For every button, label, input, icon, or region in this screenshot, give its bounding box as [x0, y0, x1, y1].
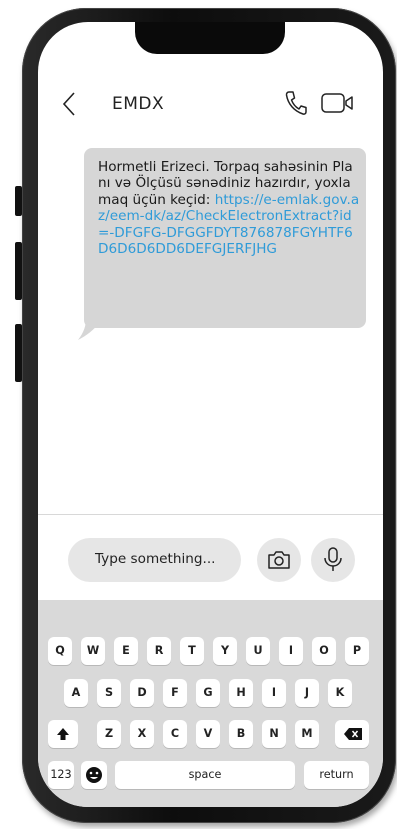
keyboard: Q W E R T Y U I O P A S D F G H I J K Z … — [38, 600, 383, 807]
camera-icon — [268, 551, 290, 569]
key-i-row2[interactable]: I — [262, 679, 286, 707]
key-t[interactable]: T — [180, 637, 204, 665]
key-r[interactable]: R — [147, 637, 171, 665]
mute-switch — [15, 186, 22, 216]
key-a[interactable]: A — [64, 679, 88, 707]
key-e[interactable]: E — [114, 637, 138, 665]
key-u[interactable]: U — [246, 637, 270, 665]
key-k[interactable]: K — [328, 679, 352, 707]
chevron-left-icon[interactable] — [60, 90, 88, 118]
chat-header: EMDX — [38, 84, 383, 124]
camera-button[interactable] — [257, 538, 301, 582]
key-n[interactable]: N — [262, 720, 286, 748]
key-s[interactable]: S — [97, 679, 121, 707]
key-j[interactable]: J — [295, 679, 319, 707]
message-input[interactable]: Type something... — [68, 538, 241, 582]
numbers-key[interactable]: 123 — [48, 761, 74, 789]
backspace-key[interactable] — [335, 720, 369, 748]
key-v[interactable]: V — [196, 720, 220, 748]
space-key[interactable]: space — [115, 761, 295, 789]
key-w[interactable]: W — [81, 637, 105, 665]
message-bubble-tail — [78, 318, 100, 340]
key-c[interactable]: C — [163, 720, 187, 748]
return-key[interactable]: return — [304, 761, 369, 789]
shift-icon — [57, 728, 69, 740]
phone-screen: EMDX Hormetli Erizeci. Torpaq sahəsinin … — [38, 22, 383, 807]
backspace-icon — [344, 728, 362, 740]
contact-name: EMDX — [112, 94, 165, 114]
microphone-button[interactable] — [311, 538, 355, 582]
key-p[interactable]: P — [345, 637, 369, 665]
message-input-placeholder: Type something... — [95, 551, 216, 567]
key-i[interactable]: I — [279, 637, 303, 665]
notch — [135, 22, 285, 54]
key-y[interactable]: Y — [213, 637, 237, 665]
key-d[interactable]: D — [130, 679, 154, 707]
phone-icon[interactable] — [284, 90, 308, 120]
key-h[interactable]: H — [229, 679, 253, 707]
volume-up-button — [15, 242, 22, 300]
message-text: Hormetli Erizeci. Torpaq sahəsinin Planı… — [98, 159, 360, 257]
key-z[interactable]: Z — [97, 720, 121, 748]
video-camera-icon[interactable] — [321, 92, 355, 118]
emoji-key[interactable] — [81, 761, 107, 789]
volume-down-button — [15, 324, 22, 382]
compose-divider — [38, 514, 383, 515]
shift-key[interactable] — [48, 720, 78, 748]
key-x[interactable]: X — [130, 720, 154, 748]
key-b[interactable]: B — [229, 720, 253, 748]
microphone-icon — [324, 547, 342, 571]
key-g[interactable]: G — [196, 679, 220, 707]
key-m[interactable]: M — [295, 720, 319, 748]
key-f[interactable]: F — [163, 679, 187, 707]
emoji-icon — [86, 767, 102, 783]
key-q[interactable]: Q — [48, 637, 72, 665]
key-o[interactable]: O — [312, 637, 336, 665]
